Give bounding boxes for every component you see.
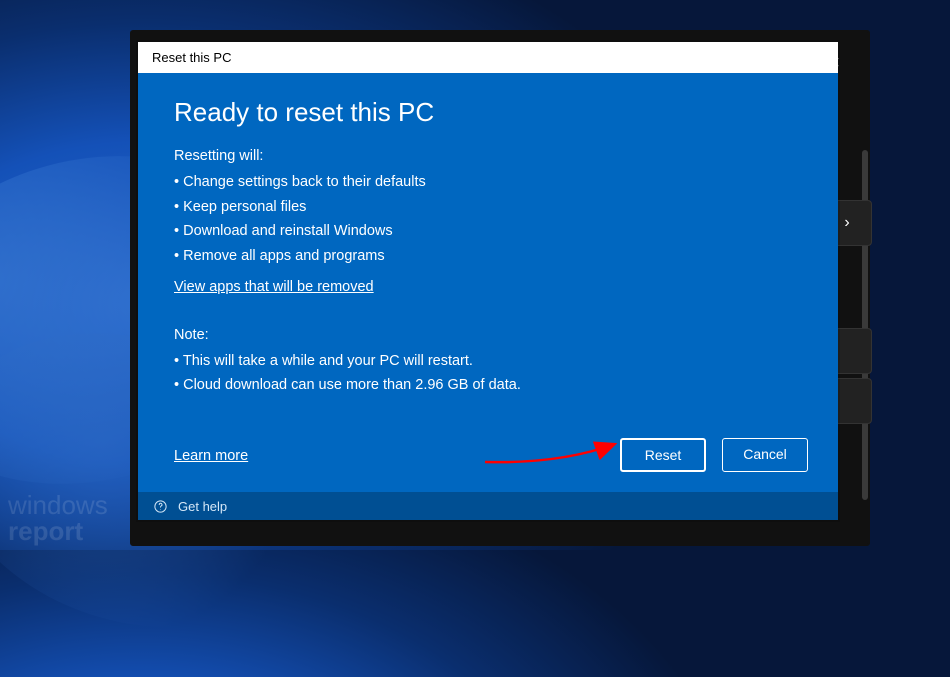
get-help-link[interactable]: Get help: [178, 499, 227, 514]
reset-button[interactable]: Reset: [620, 438, 706, 472]
list-item: Download and reinstall Windows: [174, 219, 802, 244]
learn-more-link[interactable]: Learn more: [174, 448, 248, 464]
list-item: Cloud download can use more than 2.96 GB…: [174, 373, 802, 398]
list-item: Change settings back to their defaults: [174, 170, 802, 195]
list-item: This will take a while and your PC will …: [174, 349, 802, 374]
cancel-button[interactable]: Cancel: [722, 438, 808, 472]
watermark-text: windows report: [8, 492, 108, 544]
dialog-footer: Get help: [138, 492, 838, 520]
reset-dialog: Reset this PC Ready to reset this PC Res…: [138, 42, 838, 520]
resetting-will-list: Change settings back to their defaults K…: [174, 170, 802, 269]
page-heading: Ready to reset this PC: [174, 97, 802, 128]
resetting-will-label: Resetting will:: [174, 148, 802, 164]
view-apps-link[interactable]: View apps that will be removed: [174, 279, 374, 295]
help-icon: [152, 498, 168, 514]
chevron-right-icon: ›: [844, 214, 849, 232]
note-list: This will take a while and your PC will …: [174, 349, 802, 398]
list-item: Keep personal files: [174, 195, 802, 220]
list-item: Remove all apps and programs: [174, 244, 802, 269]
dialog-titlebar: Reset this PC: [138, 42, 838, 73]
dialog-title: Reset this PC: [152, 50, 231, 65]
note-label: Note:: [174, 327, 802, 343]
